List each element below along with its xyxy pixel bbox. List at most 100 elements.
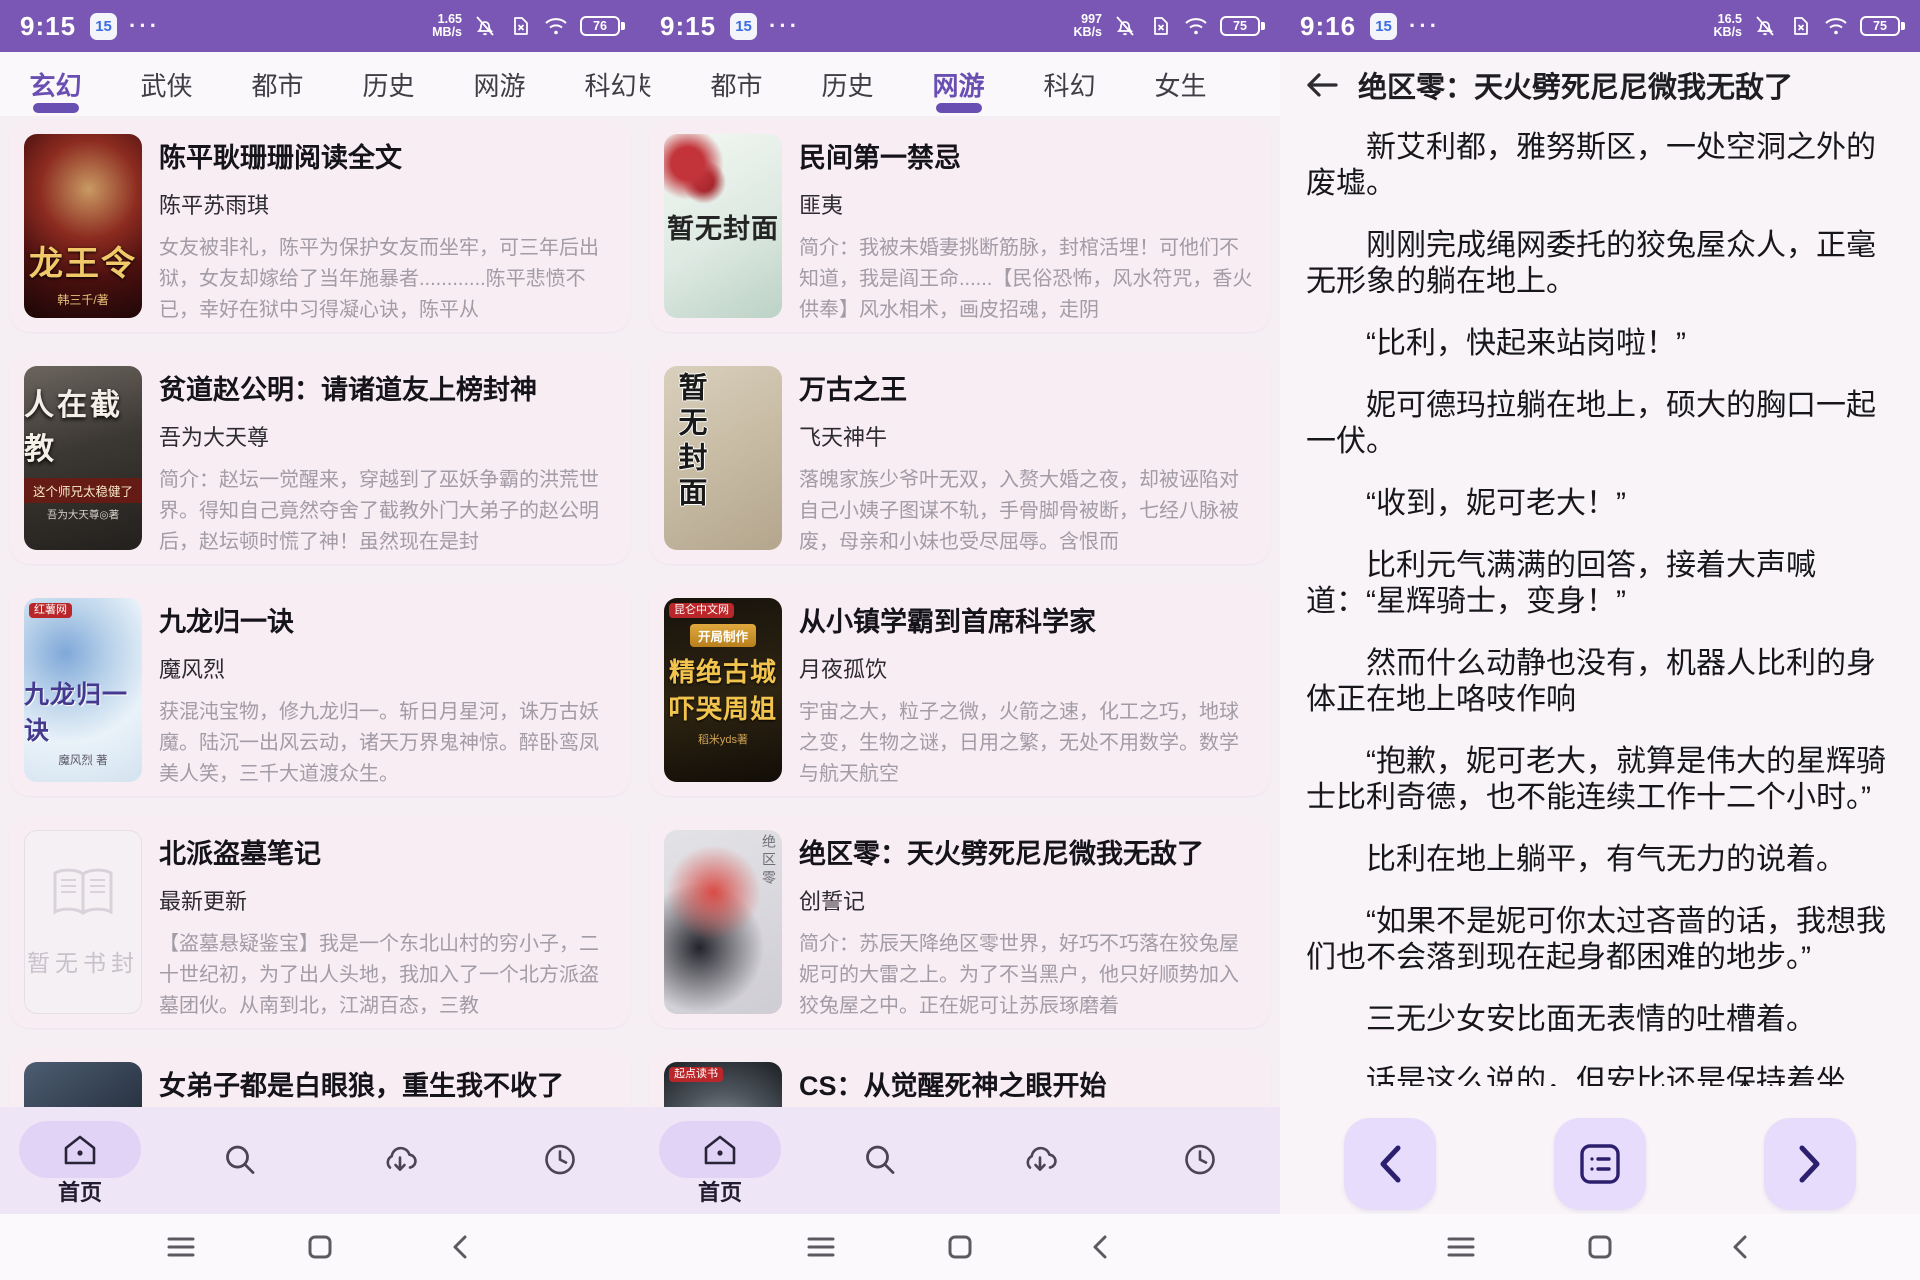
nav-downloads[interactable] — [320, 1107, 480, 1214]
book-author: 魔风烈 — [159, 652, 616, 684]
tab-wangyou[interactable]: 网游 — [903, 52, 1014, 116]
book-title: 北派盗墓笔记 — [159, 832, 616, 871]
reader-controls — [1280, 1118, 1920, 1210]
book-card[interactable]: 暂无封面 万古之王 飞天神牛 落魄家族少爷叶无双，入赘大婚之夜，却被诬陷对自己小… — [650, 352, 1270, 564]
phone-screen-category-xuanhuan: 9:15 15 ··· 1.65MB/s 76 玄幻 武侠 都市 历史 网游 科… — [0, 0, 640, 1280]
tab-wuxia[interactable]: 武侠 — [640, 52, 681, 116]
search-icon — [222, 1141, 258, 1177]
active-nav-pill — [19, 1121, 141, 1178]
clock-icon — [1182, 1141, 1218, 1177]
open-book-icon — [48, 866, 118, 922]
tab-lishi[interactable]: 历史 — [333, 52, 444, 116]
book-title: 从小镇学霸到首席科学家 — [799, 600, 1256, 639]
cover-text: 暂无书封 — [27, 944, 139, 978]
book-title: 女弟子都是白眼狼，重生我不收了 — [159, 1064, 616, 1103]
mute-bell-icon — [1113, 14, 1137, 38]
bottom-nav-bar: 首页 — [0, 1107, 640, 1214]
nav-history[interactable] — [1120, 1107, 1280, 1214]
clock-time: 9:15 — [660, 11, 716, 42]
book-title: 九龙归一诀 — [159, 600, 616, 639]
system-back-button[interactable] — [450, 1233, 470, 1261]
book-card[interactable]: 人在截教 这个师兄太稳健了 吾为大天尊◎著 贫道赵公明：请诸道友上榜封神 吾为大… — [10, 352, 630, 564]
prev-chapter-button[interactable] — [1344, 1118, 1436, 1210]
tab-xuanhuan[interactable]: 玄幻 — [0, 52, 111, 116]
system-home-button[interactable] — [947, 1234, 973, 1260]
book-cover: 人在截教 这个师兄太稳健了 吾为大天尊◎著 — [24, 366, 142, 550]
book-card[interactable]: 绝区零 绝区零：天火劈死尼尼微我无敌了 创誓记 简介：苏辰天降绝区零世界，好巧不… — [650, 816, 1270, 1028]
cover-text: 稻米yds著 — [698, 731, 748, 747]
tab-nvsheng[interactable]: 女生 — [1125, 52, 1236, 116]
home-icon — [703, 1134, 737, 1166]
book-card[interactable]: 红薯网 九龙归一诀 魔风烈 著 九龙归一诀 魔风烈 获混沌宝物，修九龙归一。斩日… — [10, 584, 630, 796]
system-back-button[interactable] — [1730, 1233, 1750, 1261]
network-speed: 1.65MB/s — [432, 13, 462, 39]
book-author: 创誓记 — [799, 884, 1256, 916]
system-menu-button[interactable] — [1445, 1235, 1477, 1259]
paragraph: 新艾利都，雅努斯区，一处空洞之外的废墟。 — [1306, 130, 1894, 202]
system-menu-button[interactable] — [165, 1235, 197, 1259]
tab-dushi[interactable]: 都市 — [681, 52, 792, 116]
book-title: 陈平耿珊珊阅读全文 — [159, 136, 616, 175]
chapter-list-button[interactable] — [1554, 1118, 1646, 1210]
tab-lishi[interactable]: 历史 — [792, 52, 903, 116]
paragraph: 话是这么说的，但安比还是保持着坐 — [1306, 1064, 1894, 1086]
clock-icon — [542, 1141, 578, 1177]
next-chapter-button[interactable] — [1764, 1118, 1856, 1210]
nav-search[interactable] — [160, 1107, 320, 1214]
nav-home[interactable]: 首页 — [0, 1107, 160, 1214]
tab-kehuan[interactable]: 科幻 — [1014, 52, 1125, 116]
book-author: 飞天神牛 — [799, 420, 1256, 452]
chapter-list-icon — [1578, 1142, 1622, 1186]
book-card[interactable]: 昆仑中文网 开局制作 精绝古城 吓哭周姐 稻米yds著 从小镇学霸到首席科学家 … — [650, 584, 1270, 796]
reader-text-area: 新艾利都，雅努斯区，一处空洞之外的废墟。 刚刚完成绳网委托的狡兔屋众人，正毫无形… — [1280, 118, 1920, 1086]
nav-home[interactable]: 首页 — [640, 1107, 800, 1214]
cloud-download-icon — [380, 1141, 420, 1177]
back-arrow-icon[interactable] — [1304, 70, 1340, 100]
book-title: 绝区零：天火劈死尼尼微我无敌了 — [799, 832, 1256, 871]
battery-indicator: 75 — [1220, 16, 1260, 36]
book-title: CS：从觉醒死神之眼开始 — [799, 1064, 1256, 1103]
book-description: 落魄家族少爷叶无双，入赘大婚之夜，却被诬陷对自己小姨子图谋不轨，手骨脚骨被断，七… — [799, 465, 1256, 558]
book-card[interactable]: 暂无封面 民间第一禁忌 匪夷 简介：我被未婚妻挑断筋脉，封棺活埋！可他们不知道，… — [650, 120, 1270, 332]
nav-history[interactable] — [480, 1107, 640, 1214]
wifi-icon — [1183, 15, 1209, 37]
book-author: 最新更新 — [159, 884, 616, 916]
book-title: 贫道赵公明：请诸道友上榜封神 — [159, 368, 616, 407]
wifi-icon — [1823, 15, 1849, 37]
tab-wangyou[interactable]: 网游 — [444, 52, 555, 116]
system-back-button[interactable] — [1090, 1233, 1110, 1261]
cover-site-badge: 红薯网 — [29, 603, 72, 618]
mute-bell-icon — [473, 14, 497, 38]
cover-site-badge: 昆仑中文网 — [669, 603, 734, 618]
tab-kehuan[interactable]: 科幻 — [555, 52, 640, 116]
paragraph: 比利元气满满的回答，接着大声喊道：“星辉骑士，变身！” — [1306, 548, 1894, 620]
book-card[interactable]: 暂无书封 北派盗墓笔记 最新更新 【盗墓悬疑鉴宝】我是一个东北山村的穷小子，二十… — [10, 816, 630, 1028]
nav-downloads[interactable] — [960, 1107, 1120, 1214]
notification-app-badge: 15 — [1370, 13, 1397, 40]
book-list: 龙王令 韩三千/著 陈平耿珊珊阅读全文 陈平苏雨琪 女友被非礼，陈平为保护女友而… — [0, 116, 640, 1280]
cover-text: 吾为大天尊◎著 — [47, 507, 119, 522]
category-tab-bar: 武侠 都市 历史 网游 科幻 女生 — [640, 52, 1280, 116]
category-tab-bar: 玄幻 武侠 都市 历史 网游 科幻 — [0, 52, 640, 116]
nav-search[interactable] — [800, 1107, 960, 1214]
paragraph: 三无少女安比面无表情的吐槽着。 — [1306, 1002, 1894, 1038]
book-card[interactable]: 龙王令 韩三千/著 陈平耿珊珊阅读全文 陈平苏雨琪 女友被非礼，陈平为保护女友而… — [10, 120, 630, 332]
system-home-button[interactable] — [307, 1234, 333, 1260]
tab-dushi[interactable]: 都市 — [222, 52, 333, 116]
cover-text: 韩三千/著 — [57, 291, 108, 308]
book-description: 【盗墓悬疑鉴宝】我是一个东北山村的穷小子，二十世纪初，为了出人头地，我加入了一个… — [159, 929, 616, 1022]
system-menu-button[interactable] — [805, 1235, 837, 1259]
home-icon — [63, 1134, 97, 1166]
cover-text: 精绝古城 — [669, 652, 777, 689]
reader-header: 绝区零：天火劈死尼尼微我无敌了 — [1280, 52, 1920, 118]
book-description: 简介：我被未婚妻挑断筋脉，封棺活埋！可他们不知道，我是阎王命......【民俗恐… — [799, 233, 1256, 326]
book-cover: 龙王令 韩三千/著 — [24, 134, 142, 318]
network-speed: 997KB/s — [1074, 13, 1102, 39]
tab-wuxia[interactable]: 武侠 — [111, 52, 222, 116]
system-home-button[interactable] — [1587, 1234, 1613, 1260]
book-cover: 昆仑中文网 开局制作 精绝古城 吓哭周姐 稻米yds著 — [664, 598, 782, 782]
book-description: 获混沌宝物，修九龙归一。斩日月星河，诛万古妖魔。陆沉一出风云动，诸天万界鬼神惊。… — [159, 697, 616, 790]
cover-text: 这个师兄太稳健了 — [24, 478, 142, 503]
book-description: 简介：苏辰天降绝区零世界，好巧不巧落在狡兔屋妮可的大雷之上。为了不当黑户，他只好… — [799, 929, 1256, 1022]
status-bar: 9:15 15 ··· 997KB/s 75 — [640, 0, 1280, 52]
